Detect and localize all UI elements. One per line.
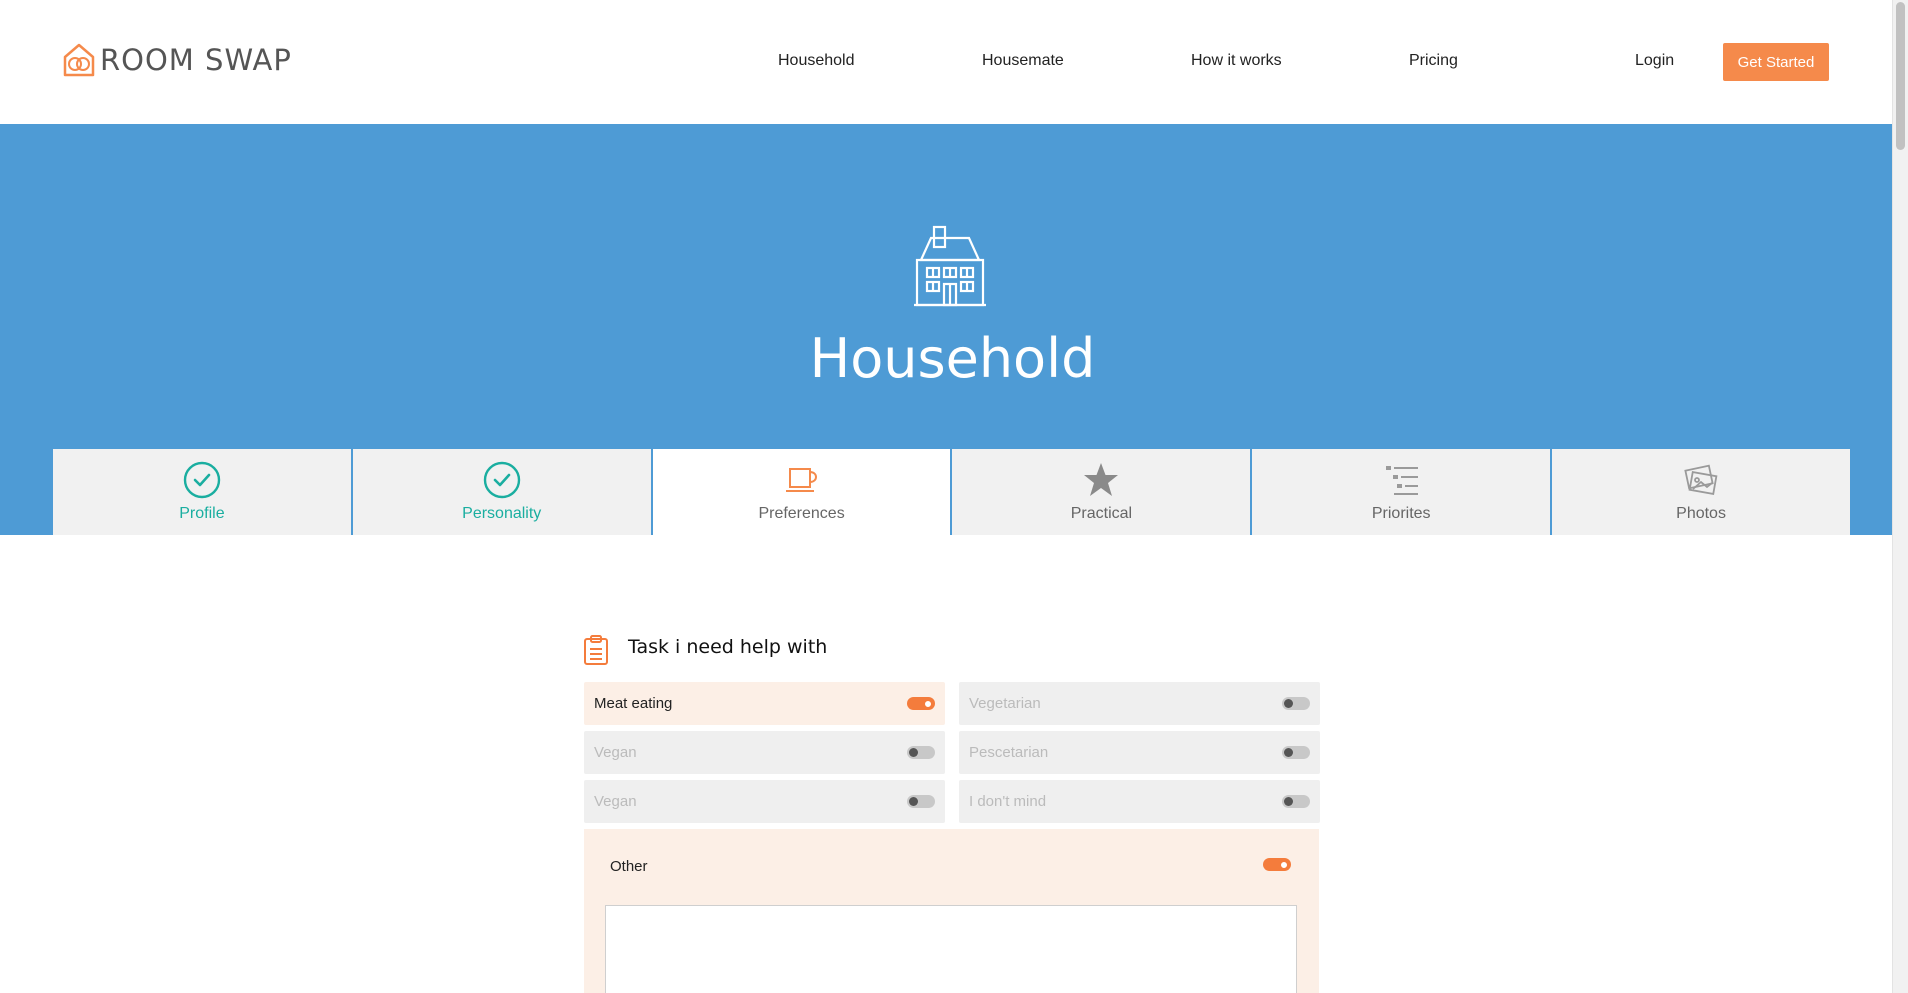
get-started-button[interactable]: Get Started xyxy=(1723,43,1829,81)
check-circle-icon xyxy=(183,461,221,499)
mug-icon xyxy=(785,468,817,492)
option-other: Other xyxy=(584,829,1319,993)
page-scrollbar[interactable] xyxy=(1892,0,1908,993)
toggle-switch[interactable] xyxy=(907,746,935,759)
option-label: Vegan xyxy=(594,744,637,761)
room-swap-logo-icon xyxy=(63,43,95,77)
toggle-switch[interactable] xyxy=(1263,858,1291,871)
nav-housemate[interactable]: Housemate xyxy=(982,52,1064,70)
toggle-knob xyxy=(1284,699,1293,708)
toggle-switch[interactable] xyxy=(907,795,935,808)
option-meat-eating[interactable]: Meat eating xyxy=(584,682,945,725)
option-label: Meat eating xyxy=(594,695,673,712)
section-title: Task i need help with xyxy=(628,636,828,658)
toggle-knob xyxy=(909,797,918,806)
photos-icon xyxy=(1684,464,1718,495)
option-pescetarian[interactable]: Pescetarian xyxy=(959,731,1320,774)
tab-label: Profile xyxy=(179,505,225,522)
tab-practical[interactable]: Practical xyxy=(952,449,1253,535)
site-header: ROOM SWAP Household Housemate How it wor… xyxy=(0,0,1892,124)
toggle-switch[interactable] xyxy=(1282,746,1310,759)
option-label: Other xyxy=(610,858,648,875)
other-textarea[interactable] xyxy=(605,905,1297,993)
toggle-switch[interactable] xyxy=(1282,795,1310,808)
option-label: Pescetarian xyxy=(969,744,1049,761)
list-icon xyxy=(1386,466,1419,495)
option-label: Vegetarian xyxy=(969,695,1041,712)
option-label: I don't mind xyxy=(969,793,1047,810)
option-label: Vegan xyxy=(594,793,637,810)
check-circle-icon xyxy=(483,461,520,499)
toggle-knob xyxy=(909,748,918,757)
tab-label: Personality xyxy=(462,505,542,522)
toggle-knob xyxy=(1284,748,1293,757)
nav-how-it-works[interactable]: How it works xyxy=(1191,52,1282,70)
nav-pricing[interactable]: Pricing xyxy=(1409,52,1458,70)
tab-label: Practical xyxy=(1070,505,1133,522)
tab-label: Preferences xyxy=(758,505,845,522)
nav-household[interactable]: Household xyxy=(778,52,855,70)
toggle-knob xyxy=(1279,859,1289,870)
option-vegetarian[interactable]: Vegetarian xyxy=(959,682,1320,725)
clipboard-icon xyxy=(584,635,608,665)
option-vegan-2[interactable]: Vegan xyxy=(584,780,945,823)
page-title: Household xyxy=(809,327,1096,390)
tab-photos[interactable]: Photos xyxy=(1552,449,1850,535)
option-vegan[interactable]: Vegan xyxy=(584,731,945,774)
brand-name: ROOM SWAP xyxy=(100,43,292,77)
toggle-knob xyxy=(923,698,933,709)
logo[interactable]: ROOM SWAP xyxy=(62,42,292,78)
toggle-switch[interactable] xyxy=(907,697,935,710)
scrollbar-thumb[interactable] xyxy=(1896,2,1905,150)
step-tabs: Profile Personality Preferences Practica… xyxy=(53,449,1850,535)
nav-login[interactable]: Login xyxy=(1635,52,1674,70)
tab-label: Photos xyxy=(1676,505,1726,522)
tab-preferences[interactable]: Preferences xyxy=(652,449,953,535)
option-i-dont-mind[interactable]: I don't mind xyxy=(959,780,1320,823)
tab-profile[interactable]: Profile xyxy=(53,449,353,535)
toggle-switch[interactable] xyxy=(1282,697,1310,710)
house-icon xyxy=(914,225,986,307)
tab-priorites[interactable]: Priorites xyxy=(1252,449,1553,535)
toggle-knob xyxy=(1284,797,1293,806)
star-icon xyxy=(1084,463,1119,496)
tab-label: Priorites xyxy=(1371,505,1431,522)
tab-personality[interactable]: Personality xyxy=(352,449,653,535)
